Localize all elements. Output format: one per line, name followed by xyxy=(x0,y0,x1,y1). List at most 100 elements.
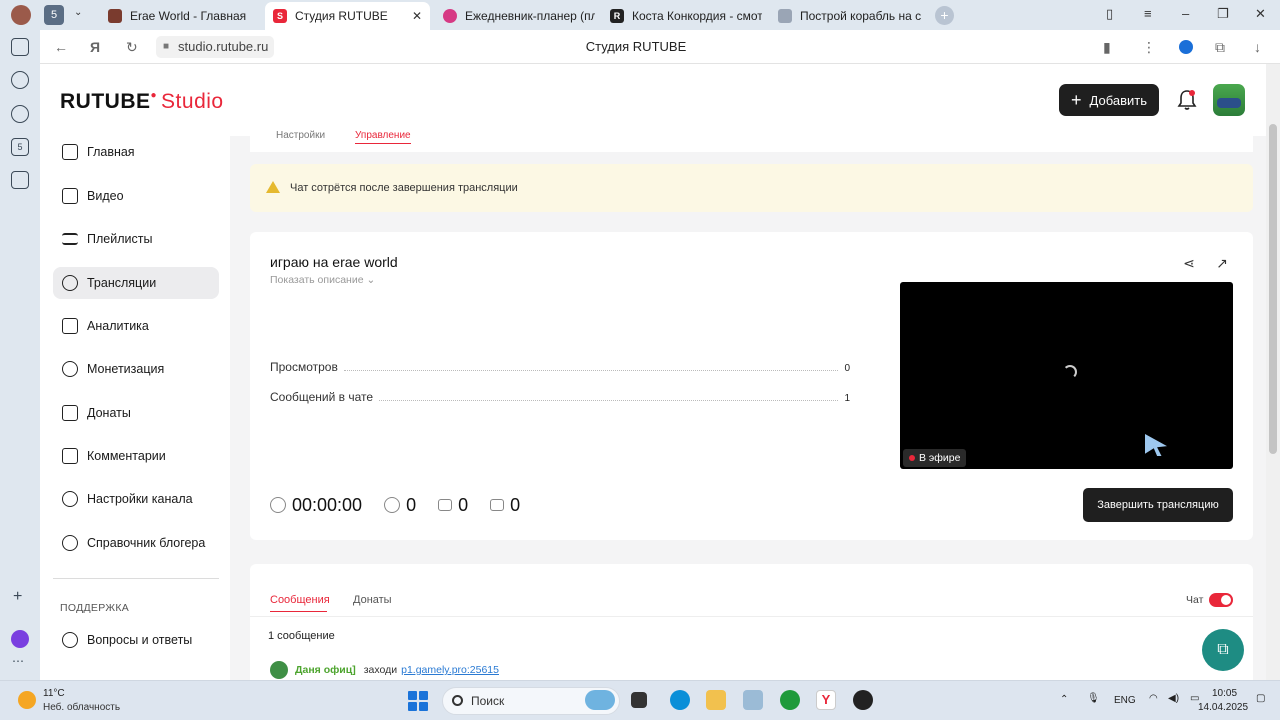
add-button[interactable]: + Добавить xyxy=(1059,84,1159,116)
clock-time[interactable]: 10:05 xyxy=(1212,688,1237,699)
opera-gx-icon[interactable] xyxy=(853,690,873,710)
clock-date[interactable]: 14.04.2025 xyxy=(1198,702,1248,713)
show-description-link[interactable]: Показать описание ⌄ xyxy=(270,274,375,286)
xbox-icon[interactable] xyxy=(780,690,800,710)
sidebar-item-label: Главная xyxy=(87,145,135,159)
tab-donations[interactable]: Донаты xyxy=(353,594,392,606)
browser-tab[interactable]: Ежедневник-планер (пла xyxy=(435,3,595,28)
downloads-icon[interactable]: ↓ xyxy=(1254,39,1261,55)
extensions-puzzle-icon[interactable]: ⧉ xyxy=(1215,39,1225,56)
yandex-browser-icon[interactable]: Y xyxy=(816,690,836,710)
likes-value: 0 xyxy=(458,494,469,515)
rail-5-icon[interactable]: 5 xyxy=(11,138,29,156)
task-view-icon[interactable] xyxy=(631,692,647,708)
browser-tab-strip: 5 ⌄ Erae World - Главная S Студия RUTUBE… xyxy=(0,0,1280,30)
tab-settings[interactable]: Настройки xyxy=(276,130,325,141)
sidebar-item-analytics[interactable]: Аналитика xyxy=(53,310,219,342)
browser-tab-active[interactable]: S Студия RUTUBE ✕ xyxy=(265,2,430,30)
browser-tab[interactable]: R Коста Конкордия - смотр xyxy=(602,3,762,28)
sidebar-item-video[interactable]: Видео xyxy=(53,180,219,212)
sidebar-item-playlists[interactable]: Плейлисты xyxy=(53,223,219,255)
browser-tab[interactable]: Erae World - Главная xyxy=(100,3,260,28)
bookmark-icon[interactable]: ▮ xyxy=(1103,39,1111,56)
microphone-icon[interactable]: 🎙 xyxy=(1087,693,1100,704)
analytics-icon xyxy=(62,318,78,334)
tab-counter[interactable]: 5 xyxy=(44,5,64,25)
stream-player[interactable]: В эфире xyxy=(900,282,1233,469)
tray-chevron-icon[interactable]: ⌃ xyxy=(1060,694,1068,705)
tab-label: Студия RUTUBE xyxy=(295,9,388,23)
menu-icon[interactable]: ≡ xyxy=(1144,6,1152,21)
notifications-bell-icon[interactable] xyxy=(1177,89,1197,111)
chat-toggle[interactable] xyxy=(1209,593,1233,607)
rail-more-icon[interactable]: ⋯ xyxy=(12,654,24,668)
tab-close-icon[interactable]: ✕ xyxy=(412,9,422,23)
sidebar-item-faq[interactable]: Вопросы и ответы xyxy=(53,624,219,656)
active-tab-underline xyxy=(270,611,327,612)
more-options-icon[interactable]: ⋮ xyxy=(1142,39,1156,56)
page-scrollbar[interactable] xyxy=(1266,64,1280,680)
restore-icon[interactable]: ❐ xyxy=(1217,6,1229,22)
photos-icon[interactable] xyxy=(743,690,763,710)
message-link[interactable]: p1.gamely.pro:25615 xyxy=(401,664,499,676)
close-window-icon[interactable]: ✕ xyxy=(1255,6,1266,22)
live-badge: В эфире xyxy=(903,449,967,467)
loading-spinner-icon xyxy=(1063,365,1077,379)
home-icon xyxy=(62,144,78,160)
info-icon xyxy=(62,535,78,551)
rail-bookmarks-icon[interactable] xyxy=(11,38,29,56)
stat-dots xyxy=(343,370,839,371)
sidebar-item-monetization[interactable]: Монетизация xyxy=(53,353,219,385)
collections-icon[interactable]: ▯ xyxy=(1106,6,1113,22)
rutube-studio-logo[interactable]: RUTUBE● Studio xyxy=(60,90,224,114)
message-count: 1 сообщение xyxy=(268,630,335,642)
sidebar-item-comments[interactable]: Комментарии xyxy=(53,440,219,472)
end-broadcast-button[interactable]: Завершить трансляцию xyxy=(1083,488,1233,522)
skype-icon[interactable] xyxy=(670,690,690,710)
minimize-icon[interactable]: – xyxy=(1182,6,1189,21)
language-indicator[interactable]: ENG xyxy=(1114,695,1136,706)
rail-gallery-icon[interactable] xyxy=(11,171,29,189)
add-button-label: Добавить xyxy=(1089,92,1147,108)
scrollbar-thumb[interactable] xyxy=(1269,124,1277,454)
broadcast-icon xyxy=(62,275,78,291)
sidebar-item-donations[interactable]: Донаты xyxy=(53,397,219,429)
sidebar-item-blogger-guide[interactable]: Справочник блогера xyxy=(53,527,219,559)
live-dot-icon xyxy=(909,455,915,461)
weather-icon[interactable] xyxy=(18,691,36,709)
message-author[interactable]: Даня офиц] xyxy=(295,664,356,676)
stream-title: играю на erae world xyxy=(270,254,398,270)
browser-tab[interactable]: Построй корабль на с xyxy=(770,3,925,28)
share-icon[interactable]: ⋖ xyxy=(1180,254,1198,272)
message-avatar xyxy=(270,661,288,679)
sidebar-item-home[interactable]: Главная xyxy=(53,136,219,168)
tabs-dropdown-icon[interactable]: ⌄ xyxy=(74,7,82,18)
profile-avatar[interactable] xyxy=(11,5,31,25)
dolphin-widget-icon[interactable] xyxy=(585,690,615,710)
studio-header: RUTUBE● Studio + Добавить xyxy=(40,64,1266,136)
live-badge-label: В эфире xyxy=(919,452,961,464)
rail-add-icon[interactable]: + xyxy=(13,588,22,606)
volume-icon[interactable]: ◀) xyxy=(1168,693,1179,704)
tab-management[interactable]: Управление xyxy=(355,130,411,144)
rail-play-icon[interactable] xyxy=(11,105,29,123)
file-explorer-icon[interactable] xyxy=(706,690,726,710)
channel-avatar[interactable] xyxy=(1213,84,1245,116)
new-tab-button[interactable]: + xyxy=(935,6,954,25)
start-button[interactable] xyxy=(408,691,428,711)
extension-icon[interactable] xyxy=(1179,40,1193,54)
support-chat-button[interactable]: ⧉ xyxy=(1202,629,1244,671)
sidebar-item-channel-settings[interactable]: Настройки канала xyxy=(53,483,219,515)
rail-history-icon[interactable] xyxy=(11,71,29,89)
wallet-icon xyxy=(62,405,78,421)
alice-icon[interactable] xyxy=(11,630,29,648)
notifications-icon[interactable]: ▢ xyxy=(1256,693,1265,704)
sidebar-item-label: Видео xyxy=(87,189,124,203)
search-icon xyxy=(452,695,463,706)
tab-messages[interactable]: Сообщения xyxy=(270,594,330,606)
open-external-icon[interactable]: ↗ xyxy=(1213,254,1231,272)
tab-favicon-icon xyxy=(778,8,792,23)
wifi-icon[interactable]: ◠ xyxy=(1149,693,1158,704)
sidebar-item-broadcasts[interactable]: Трансляции xyxy=(53,267,219,299)
tab-label: Коста Конкордия - смотр xyxy=(632,8,762,23)
